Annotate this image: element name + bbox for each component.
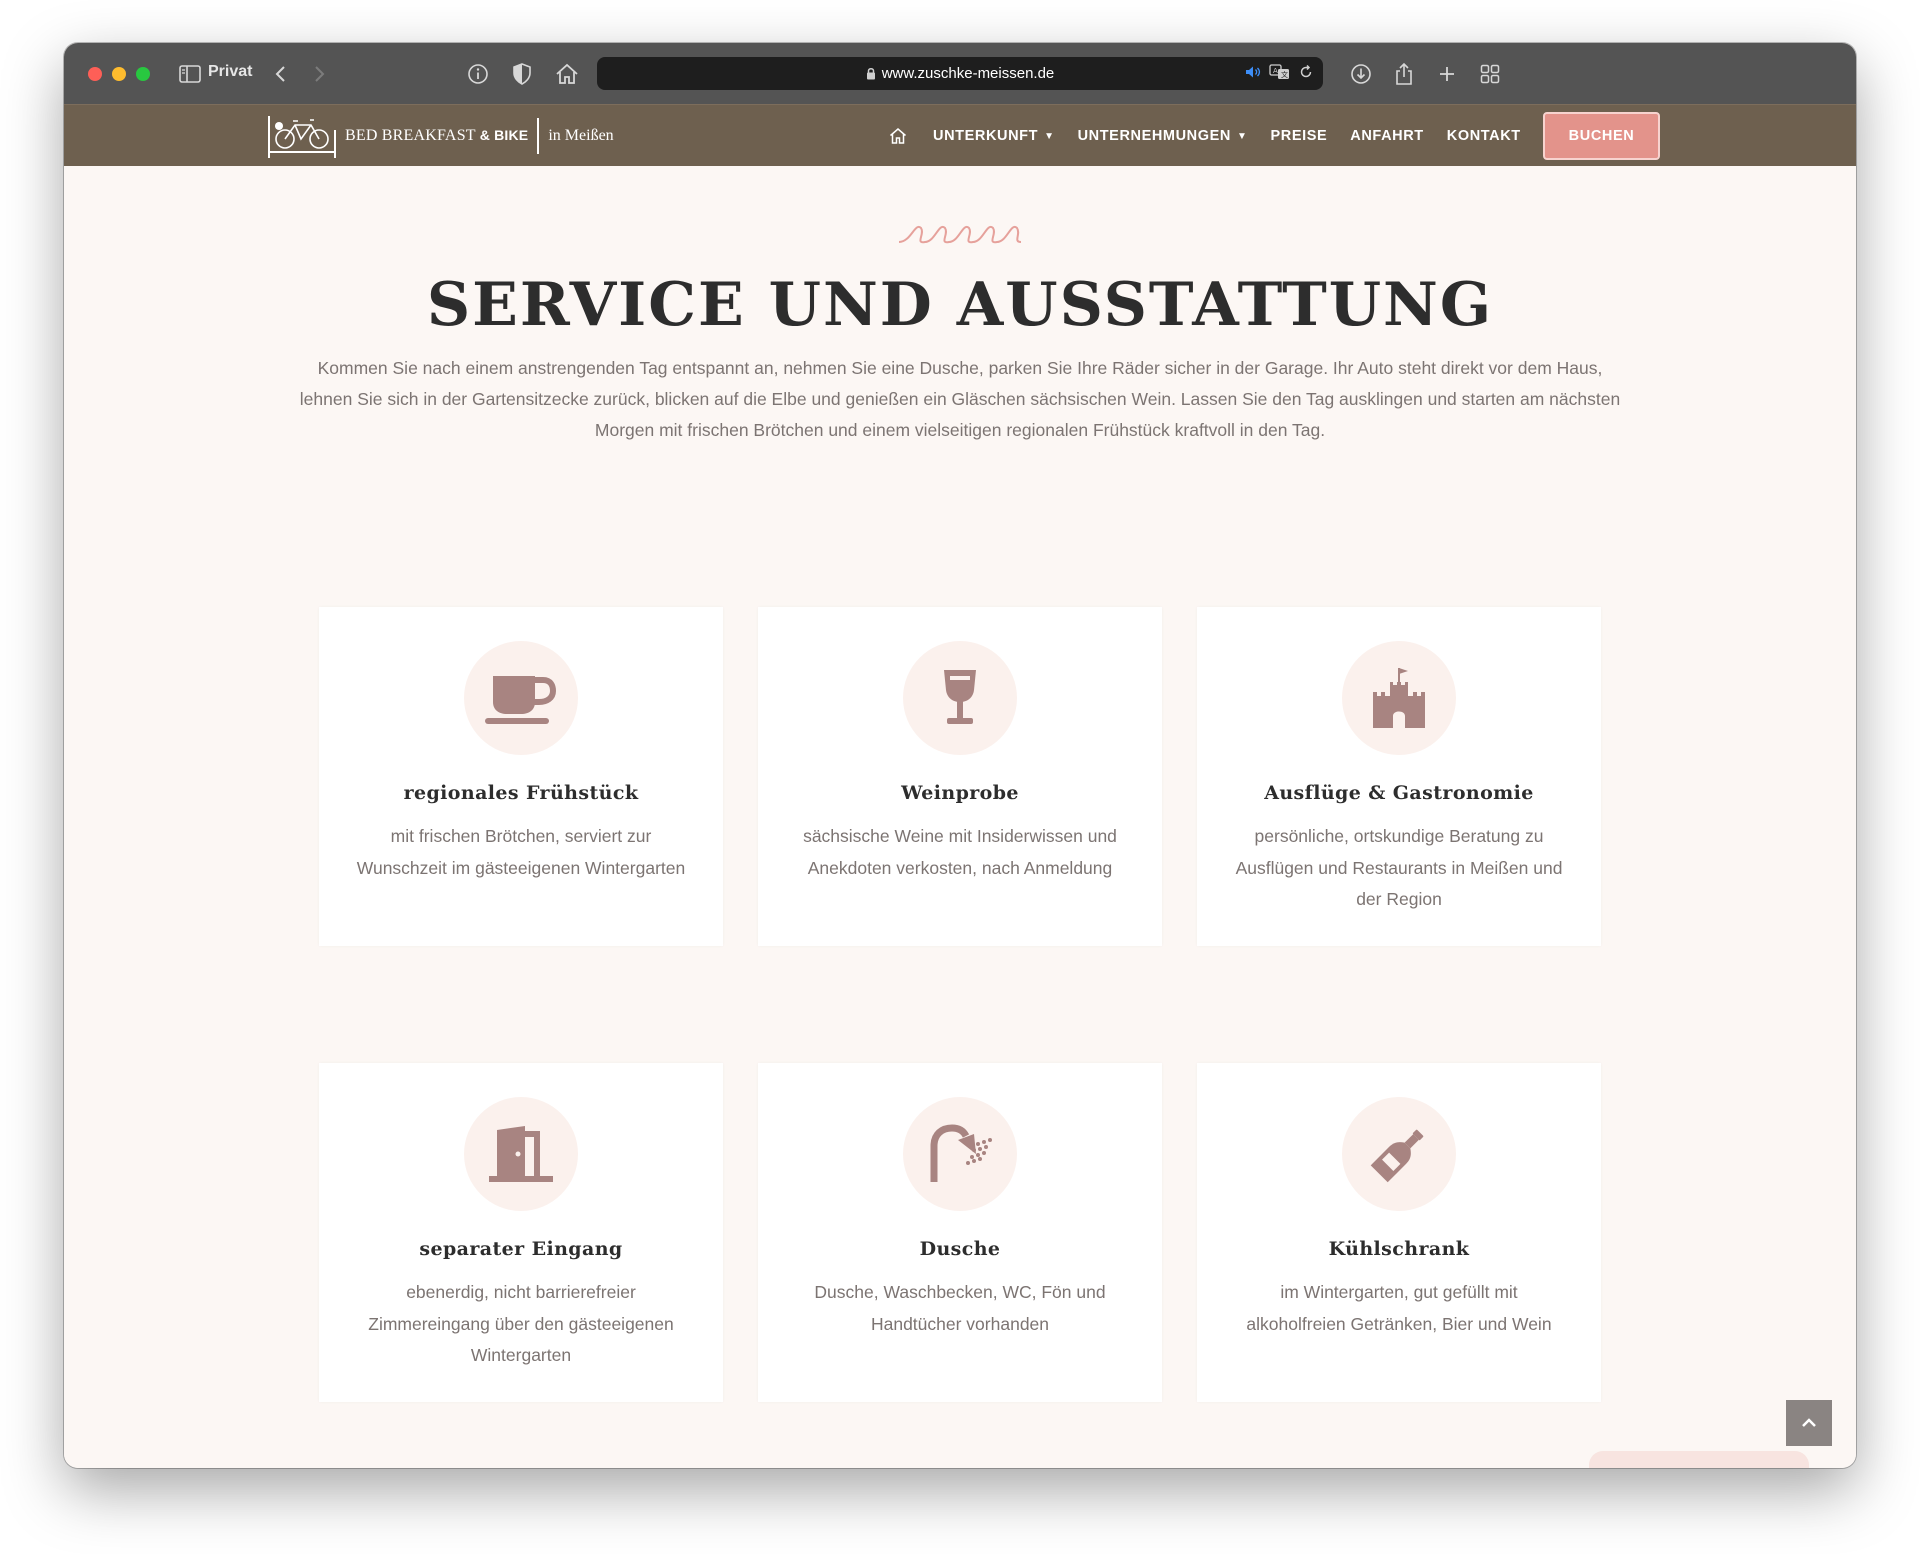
svg-text:文: 文 — [1281, 70, 1288, 79]
back-arrow-icon[interactable] — [266, 60, 294, 88]
feature-title: Dusche — [919, 1238, 1001, 1260]
door-icon — [464, 1097, 578, 1211]
decorative-squiggle-icon — [898, 225, 1022, 244]
feature-card-ausfluege: Ausflüge & Gastronomie persönliche, orts… — [1197, 607, 1601, 946]
feature-card-dusche: Dusche Dusche, Waschbecken, WC, Fön und … — [758, 1063, 1162, 1402]
reload-icon[interactable] — [1299, 65, 1313, 79]
shield-icon[interactable] — [508, 60, 536, 88]
maximize-window-button[interactable] — [136, 67, 150, 81]
site-logo[interactable]: BED BREAKFAST & BIKE in Meißen — [267, 111, 614, 161]
feature-card-weinprobe: Weinprobe sächsische Weine mit Insiderwi… — [758, 607, 1162, 946]
nav-item-unterkunft[interactable]: UNTERKUNFT ▼ — [933, 128, 1055, 144]
forward-arrow-icon[interactable] — [306, 60, 334, 88]
home-icon[interactable] — [553, 60, 581, 88]
new-tab-plus-icon[interactable] — [1433, 60, 1461, 88]
feature-description: persönliche, ortskundige Beratung zu Aus… — [1235, 826, 1563, 909]
nav-item-anfahrt[interactable]: ANFAHRT — [1350, 128, 1423, 144]
castle-icon — [1342, 641, 1456, 755]
shower-icon — [903, 1097, 1017, 1211]
tab-overview-icon[interactable] — [1476, 60, 1504, 88]
main-menu: UNTERKUNFT ▼ UNTERNEHMUNGEN ▼ PREISE ANFAH… — [889, 105, 1544, 167]
feature-card-fruehstueck: regionales Frühstück mit frischen Brötch… — [319, 607, 723, 946]
nav-item-kontakt[interactable]: KONTAKT — [1447, 128, 1521, 144]
feature-card-eingang: separater Eingang ebenerdig, nicht barri… — [319, 1063, 723, 1402]
minimize-window-button[interactable] — [112, 67, 126, 81]
info-icon[interactable] — [464, 60, 492, 88]
bed-bike-logo-icon — [268, 116, 336, 158]
feature-title: regionales Frühstück — [403, 782, 639, 804]
close-window-button[interactable] — [88, 67, 102, 81]
address-bar[interactable]: www.zuschke-meissen.de A文 — [597, 57, 1323, 90]
nav-home-icon[interactable] — [889, 127, 907, 145]
feature-description: mit frischen Brötchen, serviert zur Wuns… — [356, 826, 686, 878]
private-mode-label: Privat — [208, 63, 253, 80]
audio-playing-icon[interactable] — [1245, 65, 1261, 79]
feature-description: Dusche, Waschbecken, WC, Fön und Handtüc… — [814, 1282, 1106, 1334]
nav-item-label: UNTERKUNFT — [933, 128, 1039, 144]
lock-icon — [866, 67, 875, 80]
feature-title: Kühlschrank — [1328, 1238, 1470, 1260]
scroll-to-top-button[interactable] — [1786, 1400, 1832, 1446]
feature-title: separater Eingang — [419, 1238, 623, 1260]
book-button[interactable]: BUCHEN — [1543, 112, 1660, 160]
sidebar-toggle-icon[interactable] — [176, 60, 204, 88]
logo-brand-text: BED BREAKFAST & BIKE — [345, 127, 528, 145]
section-title: SERVICE UND AUSSTATTUNG — [426, 270, 1494, 340]
logo-city: in Meißen — [548, 127, 614, 144]
feature-description: ebenerdig, nicht barrierefreier Zimmerei… — [368, 1282, 674, 1365]
chevron-up-icon — [1802, 1418, 1816, 1427]
feature-title: Weinprobe — [901, 782, 1019, 804]
nav-item-unternehmungen[interactable]: UNTERNEHMUNGEN ▼ — [1078, 128, 1248, 144]
chevron-down-icon: ▼ — [1044, 130, 1055, 142]
download-icon[interactable] — [1347, 60, 1375, 88]
wine-glass-icon — [903, 641, 1017, 755]
feature-description: sächsische Weine mit Insiderwissen und A… — [803, 826, 1117, 878]
nav-item-label: UNTERNEHMUNGEN — [1077, 128, 1231, 144]
svg-text:A: A — [1273, 67, 1278, 75]
nav-item-preise[interactable]: PREISE — [1270, 128, 1327, 144]
browser-toolbar: Privat www.zuschke-meissen.de A文 — [64, 43, 1856, 104]
url-text: www.zuschke-meissen.de — [881, 65, 1055, 82]
service-section: SERVICE UND AUSSTATTUNG Kommen Sie nach … — [64, 166, 1856, 1468]
site-header: BED BREAKFAST & BIKE in Meißen UNTERKUNF… — [64, 104, 1856, 166]
logo-bike: & BIKE — [479, 127, 529, 143]
chevron-down-icon: ▼ — [1236, 130, 1248, 142]
share-icon[interactable] — [1390, 60, 1418, 88]
feature-description: im Wintergarten, gut gefüllt mit alkohol… — [1246, 1282, 1552, 1334]
window-controls — [88, 67, 150, 81]
feature-title: Ausflüge & Gastronomie — [1264, 782, 1534, 804]
logo-bed-breakfast: BED BREAKFAST — [345, 127, 476, 144]
cookie-banner-tab[interactable] — [1589, 1451, 1809, 1468]
browser-window: Privat www.zuschke-meissen.de A文 BED BRE… — [64, 43, 1856, 1468]
section-intro: Kommen Sie nach einem anstrengenden Tag … — [299, 358, 1621, 440]
feature-card-kuehlschrank: Kühlschrank im Wintergarten, gut gefüllt… — [1197, 1063, 1601, 1402]
logo-divider — [537, 118, 540, 154]
coffee-cup-icon — [464, 641, 578, 755]
translate-icon[interactable]: A文 — [1269, 64, 1291, 80]
bottle-icon — [1342, 1097, 1456, 1211]
